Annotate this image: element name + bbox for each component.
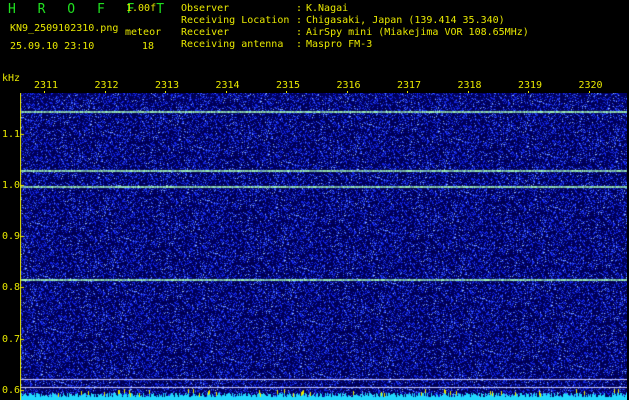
x-tick-label: 2313 <box>155 80 180 91</box>
location-value: Chigasaki, Japan (139.414 35.340) <box>306 15 505 26</box>
y-tick-label: 0.7 <box>2 333 21 345</box>
x-tick-label: 2318 <box>457 80 482 91</box>
file-name: KN9_2509102310.png <box>10 23 119 34</box>
x-tick-label: 2316 <box>336 80 361 91</box>
y-tick-label: 0.8 <box>2 282 21 294</box>
antenna-colon: : <box>296 39 303 50</box>
x-tick-label: 2312 <box>94 80 119 91</box>
observer-label: Observer <box>181 3 230 14</box>
y-tick-label: 0.6 <box>2 384 21 396</box>
location-colon: : <box>296 15 303 26</box>
header: H R O F F T 1.00f KN9_2509102310.png 25.… <box>0 0 629 72</box>
observer-value: K.Nagai <box>306 3 349 14</box>
receiver-value: AirSpy mini (Miakejima VOR 108.65MHz) <box>306 27 529 38</box>
antenna-value: Maspro FM-3 <box>306 39 373 50</box>
antenna-label: Receiving antenna <box>181 39 284 50</box>
y-tick-label: 1.1 <box>2 128 21 140</box>
meteor-label: meteor <box>125 27 162 38</box>
meteor-count: 18 <box>142 41 155 52</box>
y-axis-unit: kHz <box>2 73 21 84</box>
x-tick-label: 2317 <box>397 80 422 91</box>
y-tick-label: 1.0 <box>2 180 21 192</box>
location-label: Receiving Location <box>181 15 290 26</box>
date-time: 25.09.10 23:10 <box>10 41 95 52</box>
spectrogram-plot <box>20 93 627 400</box>
receiver-colon: : <box>296 27 303 38</box>
x-tick-label: 2314 <box>215 80 240 91</box>
x-tick-label: 2319 <box>518 80 543 91</box>
x-tick-label: 2315 <box>276 80 301 91</box>
x-tick-label: 2320 <box>578 80 603 91</box>
receiver-label: Receiver <box>181 27 230 38</box>
x-tick-label: 2311 <box>34 80 59 91</box>
app-version: 1.00f <box>126 3 157 14</box>
y-tick-label: 0.9 <box>2 231 21 243</box>
observer-colon: : <box>296 3 303 14</box>
